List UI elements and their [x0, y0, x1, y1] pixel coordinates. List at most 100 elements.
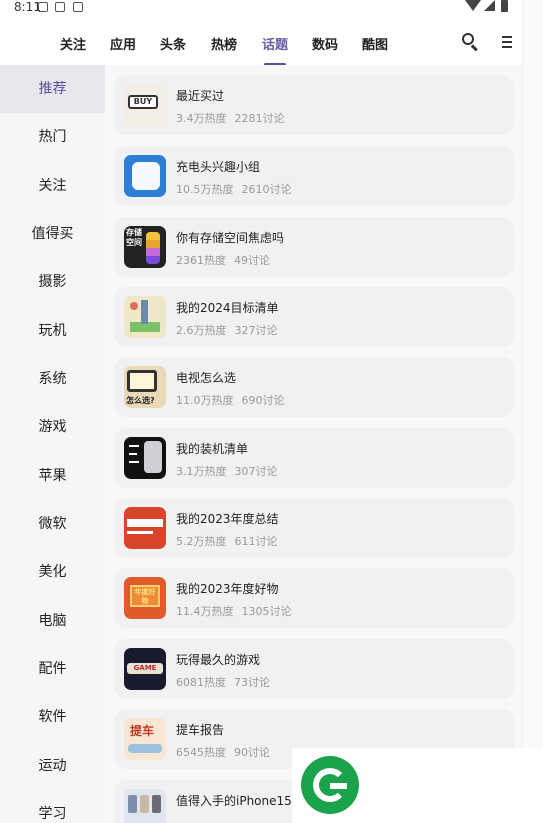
signal-icon [484, 0, 495, 11]
topic-discussions: 2610讨论 [241, 183, 292, 196]
topic-thumbnail [124, 789, 166, 823]
topic-title: 我的装机清单 [176, 442, 249, 456]
tab-headlines[interactable]: 头条 [160, 34, 186, 53]
tab-follow[interactable]: 关注 [60, 34, 86, 53]
topic-thumbnail: GAME [124, 648, 166, 690]
topic-title: 充电头兴趣小组 [176, 160, 261, 174]
topic-heat: 6545热度 [176, 746, 226, 759]
sidebar-item-sports[interactable]: 运动 [0, 742, 105, 790]
thumb-label: BUY [128, 95, 158, 109]
topic-card[interactable]: BUY 最近买过 3.4万热度 2281讨论 [114, 75, 514, 135]
image-icon [55, 2, 65, 12]
topic-stats: 11.0万热度 690讨论 [176, 392, 285, 408]
tab-apps[interactable]: 应用 [110, 34, 136, 53]
topic-card[interactable]: 充电头兴趣小组 10.5万热度 2610讨论 [114, 146, 514, 206]
topic-stats: 2361热度 49讨论 [176, 252, 270, 268]
sidebar-item-learning[interactable]: 学习 [0, 790, 105, 823]
thumb-label: 提车 [130, 724, 155, 738]
sidebar-item-apple[interactable]: 苹果 [0, 452, 105, 500]
topic-card[interactable]: 我的2024目标清单 2.6万热度 327讨论 [114, 287, 514, 347]
menu-icon[interactable] [502, 36, 512, 48]
topic-thumbnail [124, 507, 166, 549]
topic-heat: 11.4万热度 [176, 605, 234, 618]
sidebar-item-software[interactable]: 软件 [0, 693, 105, 741]
topic-thumbnail [124, 437, 166, 479]
topic-heat: 11.0万热度 [176, 394, 234, 407]
topic-heat: 5.2万热度 [176, 535, 227, 548]
topic-discussions: 307讨论 [234, 465, 278, 478]
topic-stats: 11.4万热度 1305讨论 [176, 603, 292, 619]
topic-title: 我的2023年度好物 [176, 582, 279, 596]
topic-title: 值得入手的iPhone15 [176, 794, 292, 808]
sidebar-item-photography[interactable]: 摄影 [0, 258, 105, 306]
topic-title: 电视怎么选 [176, 371, 237, 385]
topic-card[interactable]: GAME 玩得最久的游戏 6081热度 73讨论 [114, 639, 514, 699]
topic-title: 我的2024目标清单 [176, 301, 279, 315]
topic-discussions: 73讨论 [234, 676, 270, 689]
topic-heat: 2361热度 [176, 254, 226, 267]
topic-card[interactable]: 怎么选? 电视怎么选 11.0万热度 690讨论 [114, 357, 514, 417]
thumb-label: 怎么选? [126, 396, 155, 405]
app-icon [73, 2, 83, 12]
sidebar-item-accessories[interactable]: 配件 [0, 645, 105, 693]
wifi-icon [465, 0, 481, 11]
topic-card[interactable]: 年度好物 我的2023年度好物 11.4万热度 1305讨论 [114, 568, 514, 628]
status-bar: 8:11 [0, 0, 543, 18]
topic-stats: 6081热度 73讨论 [176, 674, 270, 690]
topic-stats: 10.5万热度 2610讨论 [176, 181, 292, 197]
sidebar-item-following[interactable]: 关注 [0, 162, 105, 210]
app-logo-icon [301, 756, 359, 814]
topic-thumbnail [124, 296, 166, 338]
topic-heat: 3.1万热度 [176, 465, 227, 478]
thumb-label: 年度好物 [130, 585, 160, 607]
sidebar-item-worth-buying[interactable]: 值得买 [0, 210, 105, 258]
topic-stats: 3.1万热度 307讨论 [176, 463, 278, 479]
topic-card[interactable]: 存储空间 你有存储空间焦虑吗 2361热度 49讨论 [114, 217, 514, 277]
tab-hot-list[interactable]: 热榜 [211, 34, 237, 53]
topic-heat: 10.5万热度 [176, 183, 234, 196]
topic-thumbnail: 年度好物 [124, 577, 166, 619]
sidebar-item-popular[interactable]: 热门 [0, 113, 105, 161]
topic-heat: 3.4万热度 [176, 112, 227, 125]
thumb-label: GAME [127, 663, 163, 674]
topic-thumbnail: BUY [124, 84, 166, 126]
topic-heat: 2.6万热度 [176, 324, 227, 337]
scrollbar[interactable] [522, 0, 543, 823]
topic-title: 提车报告 [176, 723, 225, 737]
topic-thumbnail: 怎么选? [124, 366, 166, 408]
sidebar-item-games[interactable]: 游戏 [0, 403, 105, 451]
tab-cool-images[interactable]: 酷图 [362, 34, 388, 53]
status-time: 8:11 [14, 0, 41, 14]
topic-discussions: 1305讨论 [241, 605, 292, 618]
logo-overlay [292, 748, 543, 823]
notification-icon [38, 2, 48, 12]
topic-discussions: 49讨论 [234, 254, 270, 267]
thumb-label: 存储空间 [126, 228, 142, 247]
topic-title: 最近买过 [176, 89, 225, 103]
sidebar-item-microsoft[interactable]: 微软 [0, 500, 105, 548]
battery-icon [501, 0, 508, 12]
sidebar-item-system[interactable]: 系统 [0, 355, 105, 403]
topic-heat: 6081热度 [176, 676, 226, 689]
topic-stats: 6545热度 90讨论 [176, 744, 270, 760]
topic-title: 我的2023年度总结 [176, 512, 279, 526]
topic-card[interactable]: 我的装机清单 3.1万热度 307讨论 [114, 428, 514, 488]
topic-discussions: 90讨论 [234, 746, 270, 759]
search-icon[interactable] [460, 32, 480, 52]
topic-stats: 3.4万热度 2281讨论 [176, 110, 285, 126]
topic-list: BUY 最近买过 3.4万热度 2281讨论 充电头兴趣小组 10.5万热度 261… [105, 65, 522, 823]
tab-digital[interactable]: 数码 [312, 34, 338, 53]
sidebar-item-computers[interactable]: 电脑 [0, 597, 105, 645]
topic-card[interactable]: 我的2023年度总结 5.2万热度 611讨论 [114, 498, 514, 558]
topic-title: 玩得最久的游戏 [176, 653, 261, 667]
sidebar-item-phones[interactable]: 玩机 [0, 307, 105, 355]
tab-topics[interactable]: 话题 [262, 34, 288, 53]
sidebar-item-recommended[interactable]: 推荐 [0, 65, 105, 113]
topic-thumbnail [124, 155, 166, 197]
top-tab-bar: 关注 应用 头条 热榜 话题 数码 酷图 [0, 22, 543, 66]
topic-stats: 5.2万热度 611讨论 [176, 533, 278, 549]
sidebar-item-theming[interactable]: 美化 [0, 548, 105, 596]
topic-stats: 2.6万热度 327讨论 [176, 322, 278, 338]
topic-thumbnail: 提车 [124, 718, 166, 760]
topic-stats [176, 815, 184, 823]
